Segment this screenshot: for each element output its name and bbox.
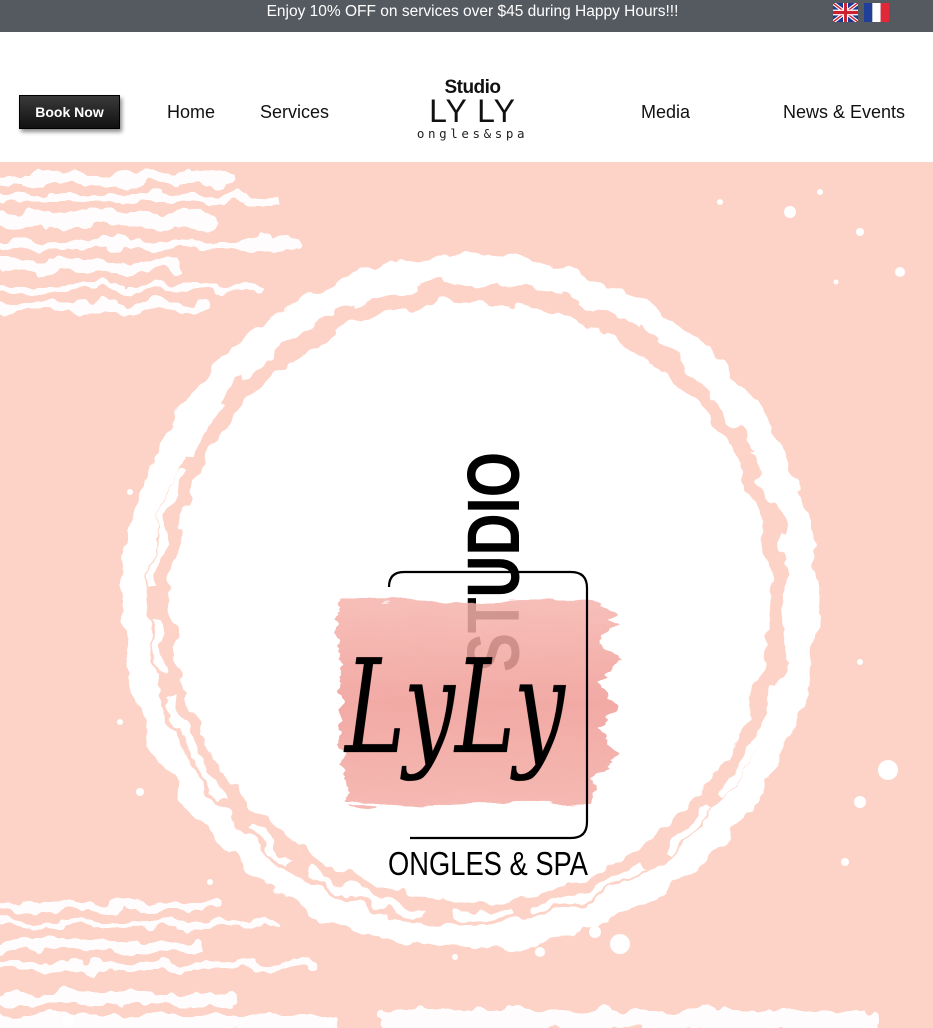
promo-bar: Enjoy 10% OFF on services over $45 durin… [0,0,933,32]
uk-flag-icon[interactable] [833,3,858,22]
nav-news-events[interactable]: News & Events [783,102,905,123]
hero-logo-script: LyLy [344,631,566,783]
site-header: Book Now Home Services Studio LY LY ongl… [0,32,933,162]
book-now-button[interactable]: Book Now [19,95,120,129]
nav-services[interactable]: Services [260,102,329,123]
fr-flag-icon[interactable] [864,3,889,22]
logo-line-sub: ongles&spa [416,126,529,141]
nav-media[interactable]: Media [641,102,690,123]
hero-banner: STUDIO LyLy ONGLES & SPA [0,162,933,1028]
hero-logo-tagline: ONGLES & SPA [388,845,588,882]
logo-line-name: LY LY [429,93,516,129]
nav-home[interactable]: Home [167,102,215,123]
promo-text: Enjoy 10% OFF on services over $45 durin… [266,3,679,20]
hero-artwork: STUDIO LyLy ONGLES & SPA [0,174,905,1028]
site-logo[interactable]: Studio LY LY ongles&spa [405,78,540,144]
